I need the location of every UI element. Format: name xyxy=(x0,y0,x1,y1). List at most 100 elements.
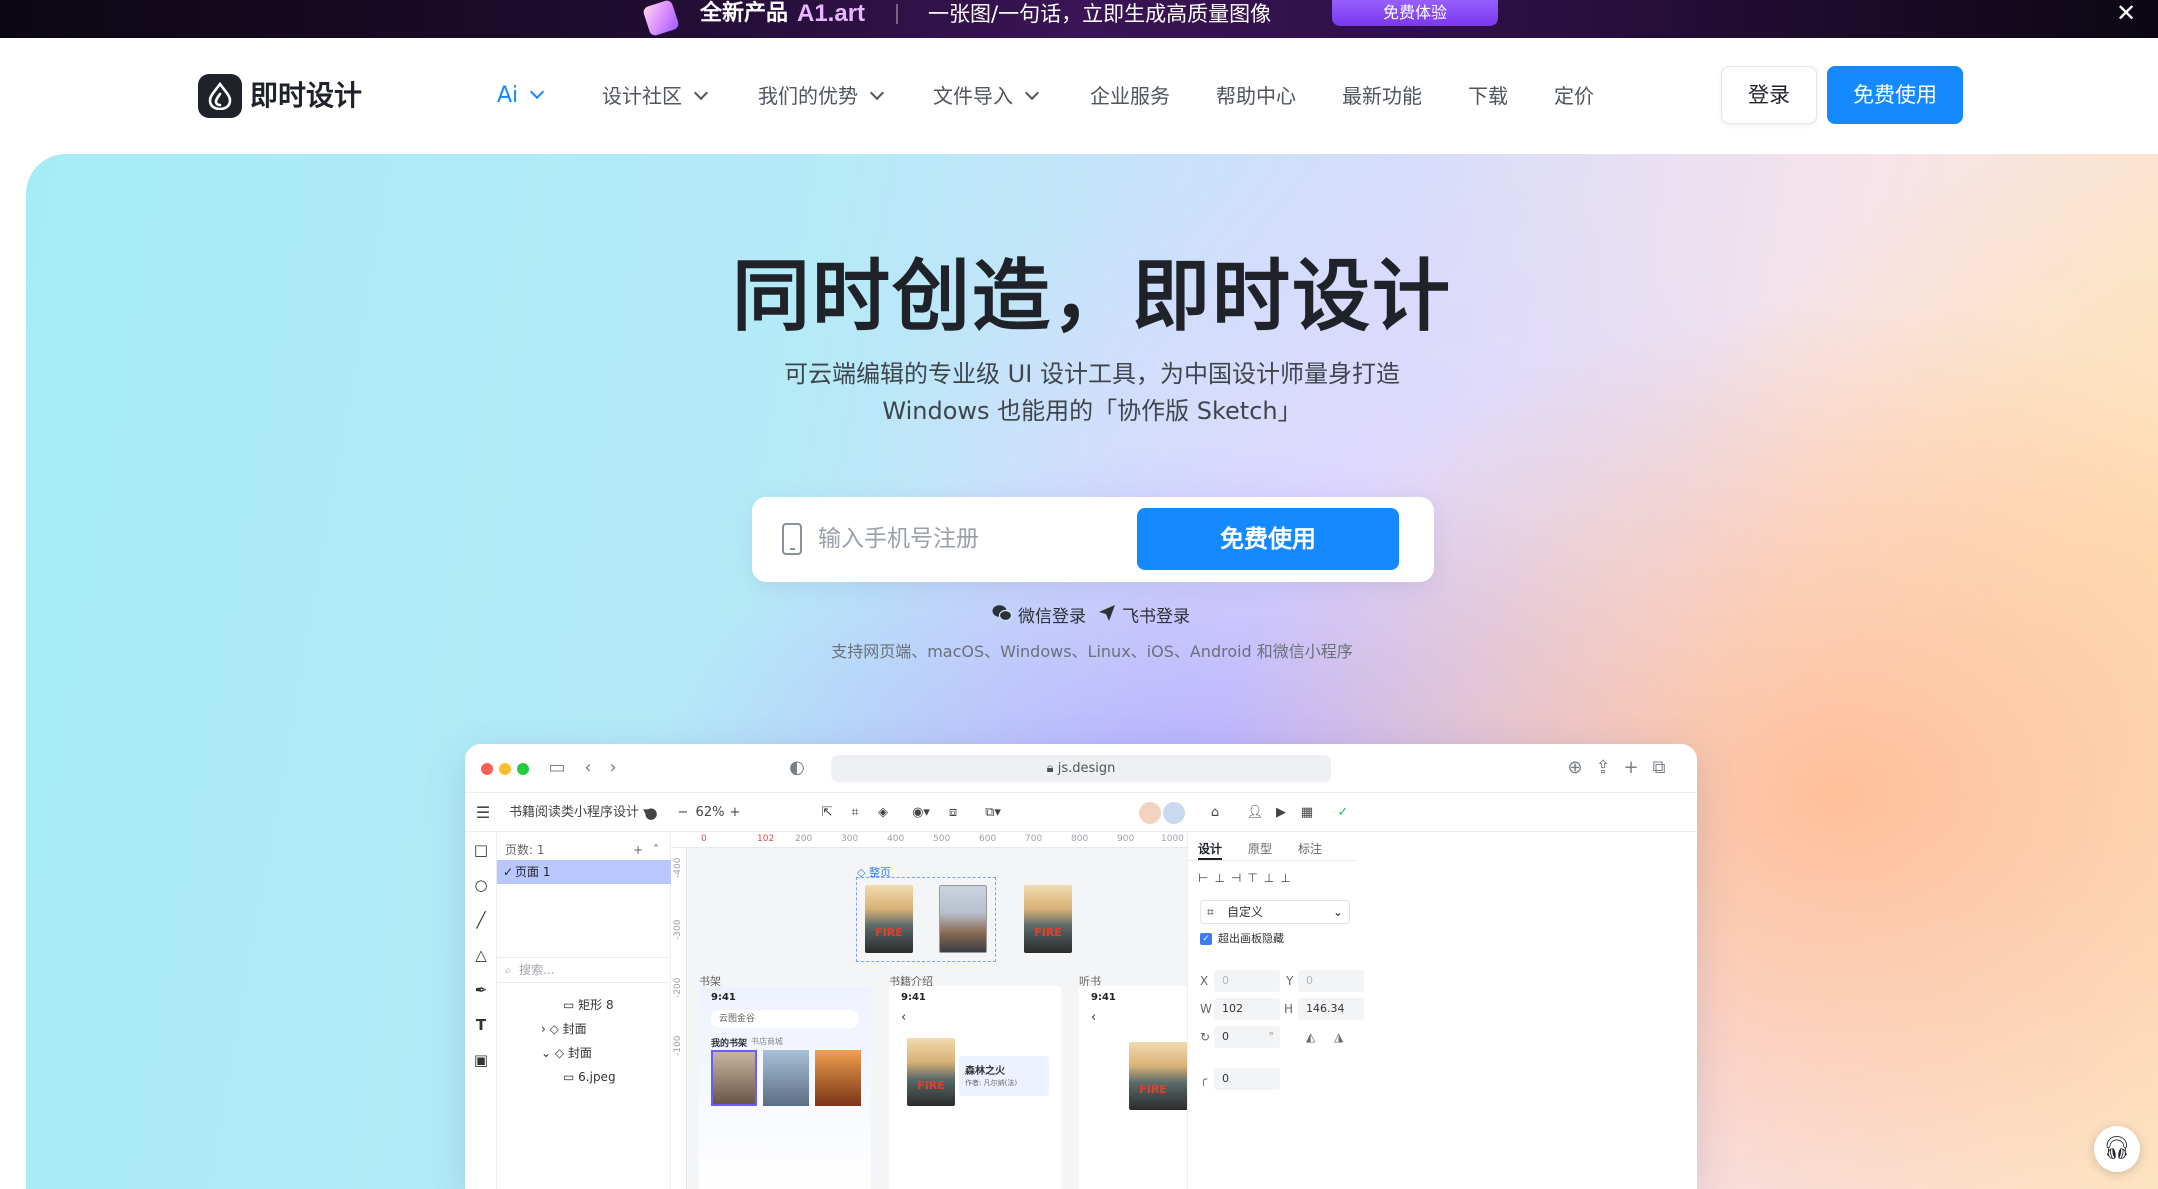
shelf-book xyxy=(763,1050,809,1106)
corner-radius-field[interactable]: 0 xyxy=(1214,1068,1280,1090)
tool-rail: □ ○ ╱ △ ✒ T ▣ xyxy=(465,832,497,1189)
y-field[interactable]: 0 xyxy=(1298,970,1364,992)
inspector-panel: 设计 原型 标注 ⊢⊥⊣⊤⊥⊥ ⌗自定义⌄ 超出画板隐藏 X 0 Y 0 W 1… xyxy=(1187,832,1697,1189)
hero-subtitle-line2: Windows 也能用的「协作版 Sketch」 xyxy=(882,397,1302,425)
check-icon: ✓ xyxy=(503,865,514,879)
avatar xyxy=(1139,802,1161,824)
crop-icon: ⌗ xyxy=(851,805,859,820)
design-canvas: 0 102 200 300 400 500 600 700 800 900 10… xyxy=(671,832,1187,1189)
close-icon[interactable]: ✕ xyxy=(2112,0,2140,26)
phone-frame-shelf: 9:41 云图金谷 我的书架 书店商城 xyxy=(699,986,871,1189)
frame-preset-select[interactable]: ⌗ 自定义 ⌄ xyxy=(1200,900,1350,924)
align-icons: ⊢⊥⊣⊤⊥⊥ xyxy=(1198,871,1297,885)
login-button[interactable]: 登录 xyxy=(1721,66,1817,124)
nav-enterprise[interactable]: 企业服务 xyxy=(1090,78,1170,114)
banner-new-label: 全新产品 xyxy=(700,1,789,26)
page-item: ✓ 页面 1 xyxy=(497,860,671,884)
collapse-icon: ˄ xyxy=(653,843,659,857)
wechat-login-link[interactable]: 微信登录 xyxy=(992,603,1086,631)
book-cover xyxy=(865,885,913,953)
plugin-icon: ⌂ xyxy=(1210,805,1220,820)
divider xyxy=(1188,860,1358,861)
hero-section: 同时创造，即时设计 可云端编辑的专业级 UI 设计工具，为中国设计师量身打造 W… xyxy=(26,154,2158,1189)
signup-button[interactable]: 免费使用 xyxy=(1137,508,1399,570)
pages-header: 页数: 1 + ˄ xyxy=(505,840,665,860)
zoom-in-icon: + xyxy=(729,805,741,820)
nav-design-community[interactable]: 设计社区 xyxy=(602,78,709,114)
play-icon: ▶ xyxy=(1276,805,1286,820)
wechat-icon xyxy=(992,603,1013,631)
url-text: js.design xyxy=(1057,761,1116,776)
free-use-button[interactable]: 免费使用 xyxy=(1827,66,1963,124)
rotation-field[interactable]: 0 ° xyxy=(1214,1026,1280,1048)
ruler-left: -400 -300 -200 -100 xyxy=(671,848,687,1189)
app-preview-window: ▭ ‹ › ◐ 🔒︎ js.design ⊕ ⇪ + ⧉ ☰ 书籍阅读类小程序设… xyxy=(465,744,1697,1189)
download-icon: ⊕ xyxy=(1567,757,1583,778)
logo-icon[interactable] xyxy=(198,74,242,118)
nav-download[interactable]: 下载 xyxy=(1468,78,1508,114)
clip-content-checkbox[interactable]: 超出画板隐藏 xyxy=(1200,930,1284,948)
chevron-down-icon xyxy=(693,85,709,101)
phone-icon xyxy=(782,523,802,555)
gem-icon xyxy=(642,0,680,37)
tab-design[interactable]: 设计 xyxy=(1198,838,1223,860)
height-field[interactable]: 146.34 xyxy=(1298,998,1364,1020)
nav-ai[interactable]: Ai xyxy=(497,78,545,114)
boolean-icon: ⧈ xyxy=(948,805,958,820)
share-icon: ⇪ xyxy=(1595,757,1611,778)
saved-check-icon: ✓ xyxy=(1337,805,1349,820)
rectangle-tool-icon: □ xyxy=(473,841,489,859)
banner-slogan: 一张图/一句话，立即生成高质量图像 xyxy=(928,2,1272,26)
phone-frame-book-intro: 9:41 ‹ 森林之火 作者: 凡尔纳(法) xyxy=(889,986,1061,1189)
flip-horizontal-icon: ◭ xyxy=(1306,1030,1316,1044)
shelf-search-field: 云图金谷 xyxy=(711,1010,859,1028)
chevron-down-icon xyxy=(869,85,885,101)
layer-item: ▭ 矩形 8 xyxy=(563,998,614,1012)
mask-icon: ◉▾ xyxy=(912,805,930,820)
shield-icon: ◐ xyxy=(789,757,805,778)
phone-input[interactable] xyxy=(818,517,1118,561)
nav-file-import[interactable]: 文件导入 xyxy=(933,78,1040,114)
nav-new-features[interactable]: 最新功能 xyxy=(1342,78,1422,114)
shelf-book xyxy=(815,1050,861,1106)
layer-item: ▭ 6.jpeg xyxy=(563,1070,616,1084)
nav-help-center[interactable]: 帮助中心 xyxy=(1216,78,1296,114)
tabs-overview-icon: ⧉ xyxy=(1652,757,1666,778)
logo-text[interactable]: 即时设计 xyxy=(250,74,362,118)
book-cover xyxy=(907,1038,955,1106)
lock-icon: 🔒︎ xyxy=(1046,761,1058,776)
hero-subtitle-line1: 可云端编辑的专业级 UI 设计工具，为中国设计师量身打造 xyxy=(784,360,1400,388)
tab-prototype[interactable]: 原型 xyxy=(1248,838,1272,860)
chevron-down-icon xyxy=(530,84,545,100)
frame-icon: ⌗ xyxy=(1207,905,1214,919)
search-icon: ⌕ xyxy=(505,963,512,977)
nav-advantages[interactable]: 我们的优势 xyxy=(758,78,885,114)
browser-titlebar: ▭ ‹ › ◐ 🔒︎ js.design ⊕ ⇪ + ⧉ xyxy=(465,744,1697,792)
width-field[interactable]: 102 xyxy=(1214,998,1280,1020)
forward-icon: › xyxy=(609,757,617,778)
export-icon: ⇱ xyxy=(821,805,833,820)
add-page-icon: + xyxy=(633,843,644,857)
x-field[interactable]: 0 xyxy=(1214,970,1280,992)
feishu-login-label: 飞书登录 xyxy=(1122,607,1190,627)
ruler-top: 0 102 200 300 400 500 600 700 800 900 10… xyxy=(671,832,1187,848)
tab-annotation[interactable]: 标注 xyxy=(1298,838,1322,860)
window-close-dot xyxy=(481,763,493,775)
window-minimize-dot xyxy=(499,763,511,775)
feishu-login-link[interactable]: 飞书登录 xyxy=(1098,603,1190,631)
hero-title: 同时创造，即时设计 xyxy=(731,252,1452,342)
nav-pricing[interactable]: 定价 xyxy=(1554,78,1594,114)
share-user-icon: 👤︎ xyxy=(1246,805,1264,820)
banner-cta-button[interactable]: 免费体验 xyxy=(1332,0,1498,26)
banner-divider xyxy=(896,4,898,24)
back-icon: ‹ xyxy=(901,1010,907,1025)
promo-banner[interactable]: 全新产品 A1.art 一张图/一句话，立即生成高质量图像 免费体验 ✕ xyxy=(0,0,2158,38)
site-header: 即时设计 Ai 设计社区 我们的优势 文件导入 企业服务 帮助中心 最新功能 下… xyxy=(0,38,2158,154)
wechat-login-label: 微信登录 xyxy=(1018,607,1086,627)
layer-search: ⌕ 搜索... xyxy=(497,957,671,983)
banner-brand: A1.art xyxy=(797,0,866,27)
rotation-icon: ↻ xyxy=(1200,1030,1211,1044)
layout-icon: ▦ xyxy=(1300,805,1314,820)
headset-icon[interactable]: 🎧︎ xyxy=(2094,1126,2140,1172)
signup-form: 免费使用 xyxy=(752,497,1434,582)
